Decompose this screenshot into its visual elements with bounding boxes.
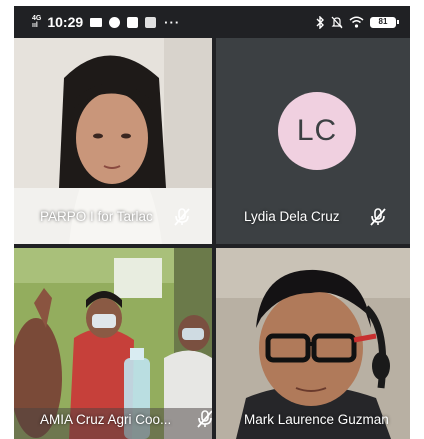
participant-name: AMIA Cruz Agri Coo... — [40, 412, 172, 427]
participant-name: Lydia Dela Cruz — [244, 209, 340, 224]
signal-icon: 4G ııl — [32, 15, 42, 29]
participant-tile[interactable]: AMIA Cruz Agri Coo... — [14, 248, 212, 439]
mic-off-icon — [172, 207, 192, 227]
status-bar: 4G ııl 10:29 ··· 81 — [14, 6, 410, 38]
youtube-icon — [127, 16, 139, 28]
participant-video — [216, 248, 410, 439]
mic-off-icon — [195, 409, 212, 429]
status-left: 4G ııl 10:29 ··· — [32, 14, 180, 30]
more-notifications-icon: ··· — [164, 14, 181, 30]
app-notification-icon — [109, 16, 121, 28]
bell-off-icon — [331, 16, 343, 29]
participant-tile[interactable]: PARPO I for Tarlac — [14, 38, 212, 244]
participant-name: Mark Laurence Guzman — [244, 412, 389, 427]
clock: 10:29 — [47, 14, 84, 30]
calendar-icon — [145, 16, 157, 28]
battery-icon: 81 — [370, 16, 399, 28]
participant-tile[interactable]: LC Lydia Dela Cruz — [216, 38, 410, 244]
status-right: 81 — [315, 15, 399, 29]
bluetooth-icon — [315, 15, 325, 29]
participant-tile[interactable]: Mark Laurence Guzman — [216, 248, 410, 439]
participant-video — [14, 248, 212, 439]
mic-off-icon — [368, 207, 388, 227]
participant-name: PARPO I for Tarlac — [40, 209, 153, 224]
avatar: LC — [278, 92, 356, 170]
meeting-screen: 4G ııl 10:29 ··· 81 PARPO I for Tarlac L… — [14, 6, 410, 439]
wifi-icon — [349, 16, 364, 28]
mail-icon — [90, 17, 103, 27]
